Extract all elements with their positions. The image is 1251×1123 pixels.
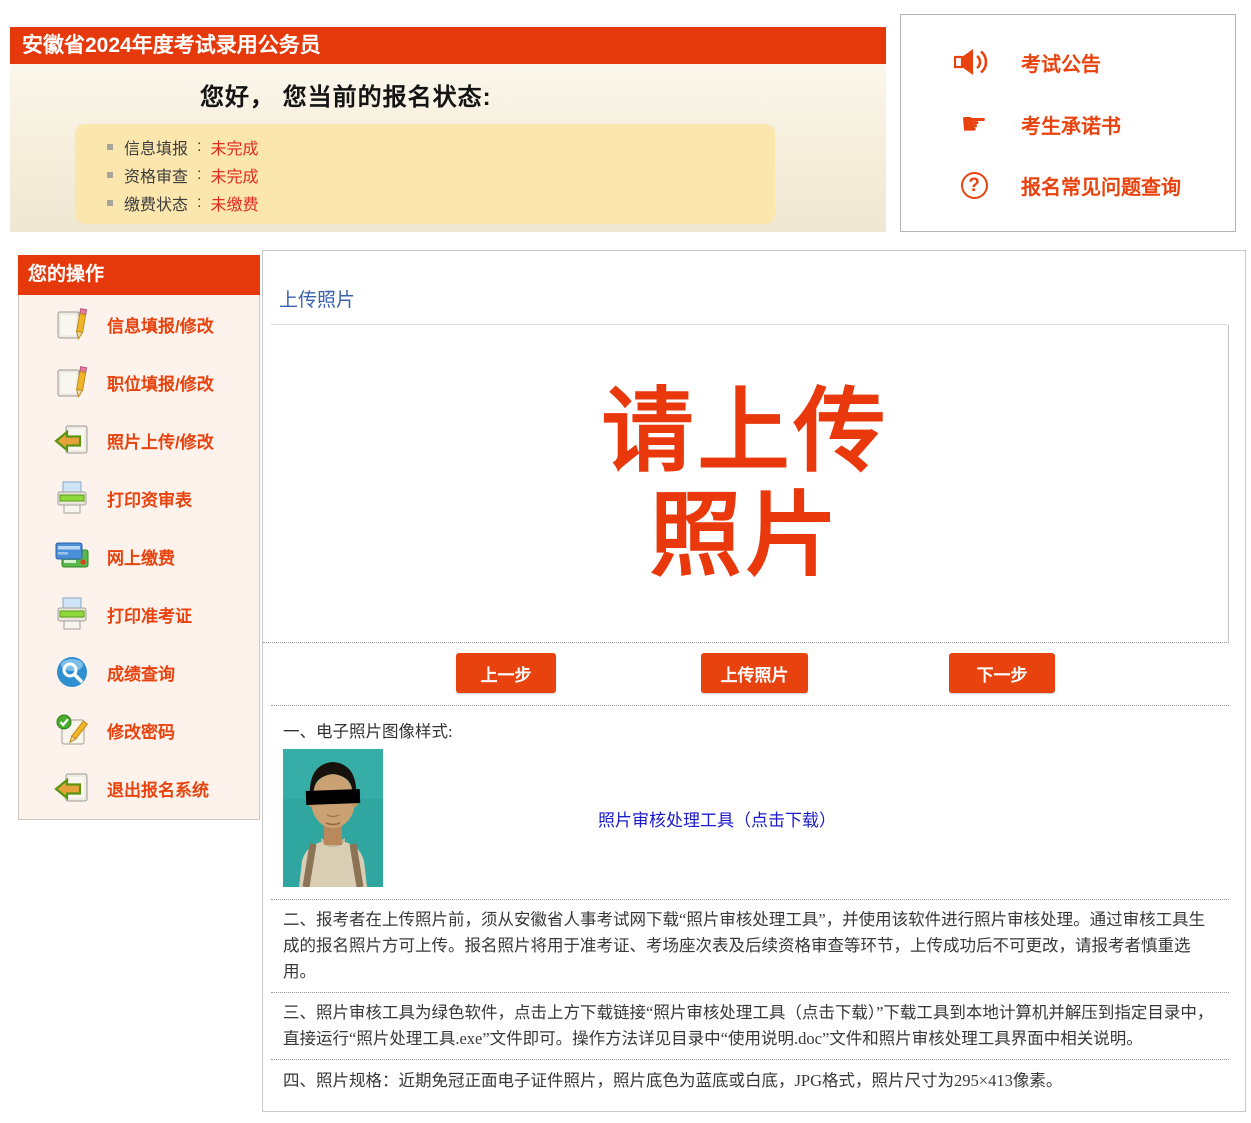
form-edit-icon [53,305,91,343]
photo-tool-download-link[interactable]: 照片审核处理工具（点击下载） [598,806,836,831]
status-value: 未缴费 [210,191,258,215]
question-mark-icon: ? [953,172,995,199]
sidebar-item-label: 成绩查询 [107,660,175,685]
greeting-text: 您好， 您当前的报名状态: [200,77,886,112]
edit-password-icon [53,711,91,749]
previous-step-button[interactable]: 上一步 [456,653,556,693]
sidebar-item-print-review-form[interactable]: 打印资审表 [19,469,259,527]
printer-icon [53,479,91,517]
sidebar-item-photo-upload[interactable]: 照片上传/修改 [19,411,259,469]
instruction-paragraph-3: 三、照片审核工具为绿色软件，点击上方下载链接“照片审核处理工具（点击下载）”下载… [263,993,1245,1059]
instruction-paragraph-2: 二、报考者在上传照片前，须从安徽省人事考试网下载“照片审核处理工具”，并使用该软… [263,900,1245,992]
printer-icon [53,595,91,633]
status-box: 信息填报 : 未完成 资格审查 : 未完成 缴费状态 : 未缴费 [75,124,775,224]
status-label: 信息填报 [124,135,188,159]
sidebar-item-info-fill[interactable]: 信息填报/修改 [19,295,259,353]
sidebar-item-label: 职位填报/修改 [107,370,214,395]
instruction-paragraph-4: 四、照片规格：近期免冠正面电子证件照片，照片底色为蓝底或白底，JPG格式，照片尺… [263,1060,1245,1100]
status-colon: : [197,166,201,184]
sidebar-item-position-fill[interactable]: 职位填报/修改 [19,353,259,411]
sidebar: 您的操作 信息填报/修改 [18,255,260,820]
status-colon: : [197,194,201,212]
status-row-payment: 缴费状态 : 未缴费 [107,189,775,217]
quick-links-panel: 考试公告 ☛ 考生承诺书 ? 报名常见问题查询 [900,14,1236,232]
photo-upload-placeholder: 请上传 照片 [263,325,1229,643]
status-value: 未完成 [210,135,258,159]
sidebar-header: 您的操作 [18,255,260,295]
sidebar-item-label: 打印资审表 [107,486,192,511]
pointing-hand-icon: ☛ [953,110,995,140]
square-bullet-icon [107,172,113,178]
status-value: 未完成 [210,163,258,187]
placeholder-text-line1: 请上传 [601,380,889,483]
app-title-bar: 安徽省2024年度考试录用公务员 [10,27,886,64]
sidebar-item-label: 信息填报/修改 [107,312,214,337]
sample-id-photo [283,749,383,887]
page-title: 上传照片 [279,285,1245,312]
photo-sample-section: 一、电子照片图像样式: 照片审核处理工具（点击下载） [263,706,1245,899]
payment-cards-icon [53,537,91,575]
sidebar-item-print-admission-ticket[interactable]: 打印准考证 [19,585,259,643]
section-heading: 一、电子照片图像样式: [283,718,1229,742]
form-edit-icon [53,363,91,401]
main-panel: 上传照片 请上传 照片 上一步 上传照片 下一步 一、电子照片图像样式: [262,250,1246,1112]
exit-system-icon [53,769,91,807]
sidebar-item-score-query[interactable]: 成绩查询 [19,643,259,701]
status-row-qualification: 资格审查 : 未完成 [107,161,775,189]
speaker-icon [953,46,995,78]
sidebar-item-change-password[interactable]: 修改密码 [19,701,259,759]
status-colon: : [197,138,201,156]
quick-link-faq[interactable]: ? 报名常见问题查询 [953,171,1235,200]
sidebar-item-label: 修改密码 [107,718,175,743]
sidebar-item-exit-system[interactable]: 退出报名系统 [19,759,259,817]
sidebar-item-label: 网上缴费 [107,544,175,569]
next-step-button[interactable]: 下一步 [949,653,1055,693]
status-label: 资格审查 [124,163,188,187]
score-search-icon [53,653,91,691]
upload-photo-button[interactable]: 上传照片 [701,653,808,693]
square-bullet-icon [107,200,113,206]
sidebar-item-label: 退出报名系统 [107,776,209,801]
buttons-row: 上一步 上传照片 下一步 [263,643,1245,705]
sidebar-item-online-payment[interactable]: 网上缴费 [19,527,259,585]
status-label: 缴费状态 [124,191,188,215]
quick-link-label: 报名常见问题查询 [1021,171,1181,200]
sidebar-item-label: 打印准考证 [107,602,192,627]
quick-link-candidate-commitment[interactable]: ☛ 考生承诺书 [953,110,1235,140]
square-bullet-icon [107,144,113,150]
quick-link-label: 考生承诺书 [1021,110,1121,139]
status-row-info: 信息填报 : 未完成 [107,133,775,161]
status-panel: 安徽省2024年度考试录用公务员 您好， 您当前的报名状态: 信息填报 : 未完… [10,27,886,232]
placeholder-text-line2: 照片 [649,484,841,587]
photo-upload-icon [53,421,91,459]
quick-link-exam-announcement[interactable]: 考试公告 [953,46,1235,78]
photo-sample-row: 照片审核处理工具（点击下载） [283,749,1229,887]
sidebar-item-label: 照片上传/修改 [107,428,214,453]
quick-link-label: 考试公告 [1021,48,1101,77]
